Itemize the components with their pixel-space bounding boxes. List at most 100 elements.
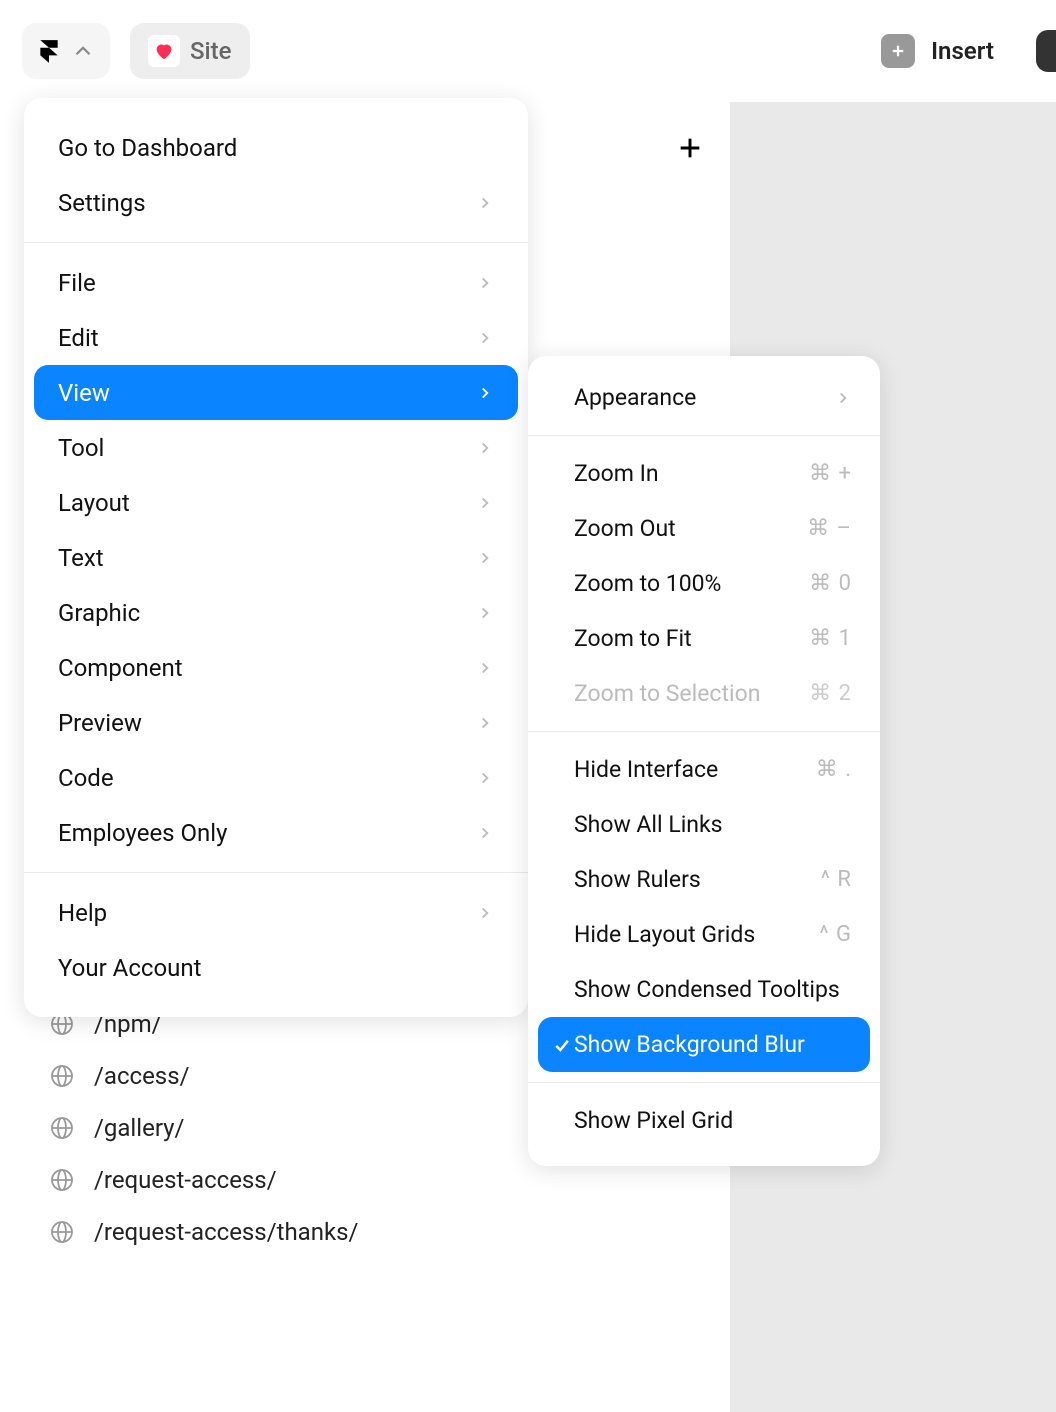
submenu-item-zoom-selection: Zoom to Selection ⌘ 2 <box>528 666 880 721</box>
page-item[interactable]: /gallery/ <box>50 1114 358 1142</box>
chevron-right-icon <box>476 384 494 402</box>
submenu-item-show-rulers[interactable]: Show Rulers ^ R <box>528 852 880 907</box>
menu-item-file[interactable]: File <box>24 255 528 310</box>
menu-separator <box>528 1082 880 1083</box>
submenu-item-label: Show Rulers <box>574 866 701 893</box>
chevron-right-icon <box>476 194 494 212</box>
chevron-right-icon <box>476 439 494 457</box>
menu-item-label: Preview <box>58 709 142 737</box>
menu-item-component[interactable]: Component <box>24 640 528 695</box>
submenu-item-zoom-in[interactable]: Zoom In ⌘ + <box>528 446 880 501</box>
submenu-item-label: Zoom to Selection <box>574 680 760 707</box>
menu-item-label: Layout <box>58 489 130 517</box>
chevron-right-icon <box>476 494 494 512</box>
menu-item-graphic[interactable]: Graphic <box>24 585 528 640</box>
submenu-item-label: Show Background Blur <box>574 1031 805 1058</box>
chevron-right-icon <box>476 604 494 622</box>
chevron-right-icon <box>476 904 494 922</box>
submenu-item-zoom-out[interactable]: Zoom Out ⌘ – <box>528 501 880 556</box>
chevron-right-icon <box>476 824 494 842</box>
shortcut: ⌘ 1 <box>809 626 852 651</box>
menu-item-label: Your Account <box>58 954 201 982</box>
submenu-item-show-pixel-grid[interactable]: Show Pixel Grid <box>528 1093 880 1148</box>
chevron-right-icon <box>476 274 494 292</box>
menu-item-label: Tool <box>58 434 104 462</box>
submenu-item-label: Show Condensed Tooltips <box>574 976 840 1003</box>
menu-separator <box>24 242 528 243</box>
menu-item-go-to-dashboard[interactable]: Go to Dashboard <box>24 120 528 175</box>
page-path: /request-access/thanks/ <box>94 1218 358 1246</box>
chevron-right-icon <box>476 769 494 787</box>
page-item[interactable]: /request-access/thanks/ <box>50 1218 358 1246</box>
submenu-item-show-background-blur[interactable]: Show Background Blur <box>538 1017 870 1072</box>
menu-group-main: File Edit View Tool Layout Text Graphic <box>24 251 528 864</box>
submenu-item-label: Zoom to 100% <box>574 570 721 597</box>
insert-label: Insert <box>931 37 994 65</box>
shortcut: ⌘ 0 <box>809 571 852 596</box>
menu-item-label: File <box>58 269 96 297</box>
menu-item-preview[interactable]: Preview <box>24 695 528 750</box>
heart-icon <box>148 35 180 67</box>
submenu-item-zoom-fit[interactable]: Zoom to Fit ⌘ 1 <box>528 611 880 666</box>
plus-icon <box>881 34 915 68</box>
shortcut: ⌘ + <box>809 461 852 486</box>
menu-item-edit[interactable]: Edit <box>24 310 528 365</box>
pages-list: /npm/ /access/ /gallery/ /request-access… <box>50 1010 358 1246</box>
app-menu: Go to Dashboard Settings File Edit View … <box>24 98 528 1017</box>
shortcut: ^ G <box>819 922 852 947</box>
shortcut: ^ R <box>821 867 852 892</box>
shortcut: ⌘ 2 <box>809 681 852 706</box>
submenu-item-label: Zoom In <box>574 460 659 487</box>
submenu-item-label: Hide Interface <box>574 756 718 783</box>
menu-item-label: Text <box>58 544 104 572</box>
menu-item-view[interactable]: View <box>34 365 518 420</box>
submenu-item-hide-layout-grids[interactable]: Hide Layout Grids ^ G <box>528 907 880 962</box>
menu-separator <box>24 872 528 873</box>
chevron-right-icon <box>476 659 494 677</box>
chevron-right-icon <box>834 389 852 407</box>
shortcut: ⌘ . <box>816 757 852 782</box>
submenu-item-label: Show Pixel Grid <box>574 1107 733 1134</box>
submenu-item-hide-interface[interactable]: Hide Interface ⌘ . <box>528 742 880 797</box>
submenu-item-appearance[interactable]: Appearance <box>528 370 880 425</box>
menu-group-dashboard: Go to Dashboard Settings <box>24 116 528 234</box>
menu-group-help: Help Your Account <box>24 881 528 999</box>
menu-item-tool[interactable]: Tool <box>24 420 528 475</box>
menu-item-label: View <box>58 379 110 407</box>
menu-separator <box>528 435 880 436</box>
menu-item-layout[interactable]: Layout <box>24 475 528 530</box>
shortcut: ⌘ – <box>807 516 852 541</box>
view-submenu: Appearance Zoom In ⌘ + Zoom Out ⌘ – Zoom… <box>528 356 880 1166</box>
globe-icon <box>50 1168 74 1192</box>
submenu-item-label: Hide Layout Grids <box>574 921 755 948</box>
app-menu-button[interactable] <box>22 23 110 79</box>
page-item[interactable]: /request-access/ <box>50 1166 358 1194</box>
insert-button[interactable]: Insert <box>881 34 994 68</box>
menu-separator <box>528 731 880 732</box>
menu-item-your-account[interactable]: Your Account <box>24 940 528 995</box>
toolbar-chip[interactable] <box>1036 30 1056 72</box>
menu-item-help[interactable]: Help <box>24 885 528 940</box>
menu-item-label: Go to Dashboard <box>58 134 237 162</box>
globe-icon <box>50 1220 74 1244</box>
menu-item-label: Graphic <box>58 599 140 627</box>
submenu-item-label: Zoom Out <box>574 515 676 542</box>
menu-item-label: Component <box>58 654 183 682</box>
page-path: /gallery/ <box>94 1114 184 1142</box>
menu-item-label: Employees Only <box>58 819 227 847</box>
submenu-item-show-condensed-tooltips[interactable]: Show Condensed Tooltips <box>528 962 880 1017</box>
menu-item-label: Code <box>58 764 114 792</box>
submenu-item-zoom-100[interactable]: Zoom to 100% ⌘ 0 <box>528 556 880 611</box>
menu-item-label: Help <box>58 899 107 927</box>
menu-item-settings[interactable]: Settings <box>24 175 528 230</box>
menu-item-code[interactable]: Code <box>24 750 528 805</box>
globe-icon <box>50 1064 74 1088</box>
menu-item-employees-only[interactable]: Employees Only <box>24 805 528 860</box>
menu-item-text[interactable]: Text <box>24 530 528 585</box>
site-tab-button[interactable]: Site <box>130 23 250 79</box>
add-page-button[interactable] <box>676 134 704 162</box>
submenu-item-show-all-links[interactable]: Show All Links <box>528 797 880 852</box>
page-path: /access/ <box>94 1062 189 1090</box>
page-path: /request-access/ <box>94 1166 277 1194</box>
page-item[interactable]: /access/ <box>50 1062 358 1090</box>
